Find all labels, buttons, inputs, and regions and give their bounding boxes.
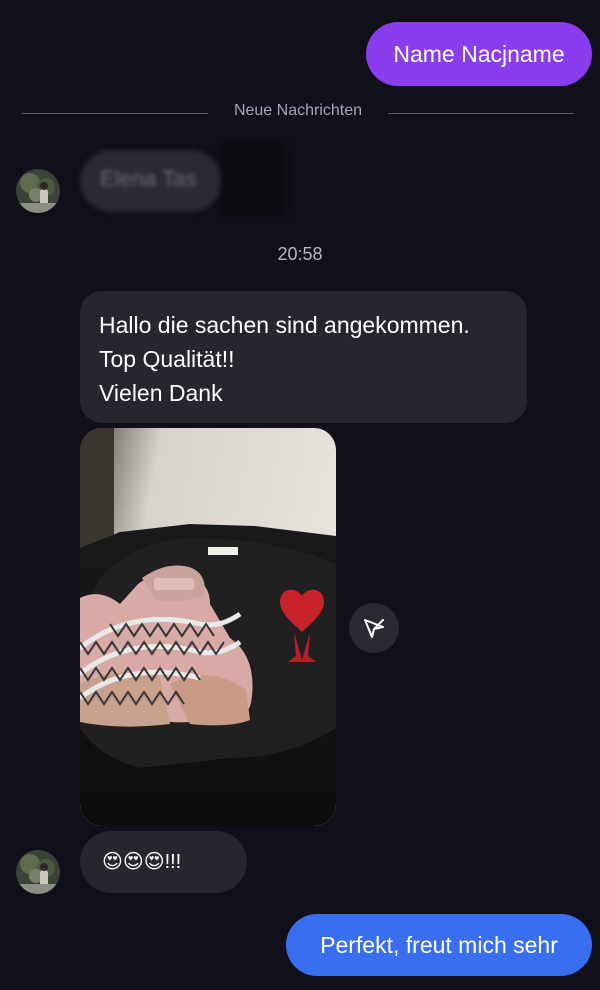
- sender-name: Elena Tas: [100, 166, 197, 191]
- share-button[interactable]: [349, 603, 399, 653]
- incoming-message[interactable]: Hallo die sachen sind angekommen. Top Qu…: [80, 291, 527, 423]
- redaction-block: [222, 142, 286, 216]
- divider-label: Neue Nachrichten: [233, 102, 363, 119]
- outgoing-message-text: Name Nacjname: [393, 41, 565, 67]
- outgoing-reply-text: Perfekt, freut mich sehr: [320, 932, 558, 958]
- divider-line-left: [22, 113, 208, 114]
- photo-image: [80, 428, 336, 826]
- chat-screen: Name Nacjname Neue Nachrichten Elena Tas…: [0, 0, 600, 990]
- photo-attachment[interactable]: [80, 428, 336, 826]
- exclamation-suffix: !!!: [164, 851, 182, 873]
- sender-avatar-2[interactable]: [16, 850, 60, 894]
- message-line-1: Hallo die sachen sind angekommen.: [99, 312, 470, 338]
- outgoing-message-name[interactable]: Name Nacjname: [366, 22, 592, 86]
- sender-avatar[interactable]: [16, 169, 60, 213]
- outgoing-message-reply[interactable]: Perfekt, freut mich sehr: [286, 914, 592, 976]
- message-timestamp: 20:58: [277, 244, 323, 264]
- heart-eyes-emojis: 😍😍😍: [102, 851, 165, 873]
- emoji-message[interactable]: 😍😍😍!!!: [80, 831, 247, 893]
- new-messages-divider: Neue Nachrichten: [22, 100, 574, 126]
- send-arrow-icon: [364, 619, 384, 638]
- message-line-3: Vielen Dank: [99, 380, 223, 406]
- divider-line-right: [388, 113, 574, 114]
- message-line-2: Top Qualität!!: [99, 346, 235, 372]
